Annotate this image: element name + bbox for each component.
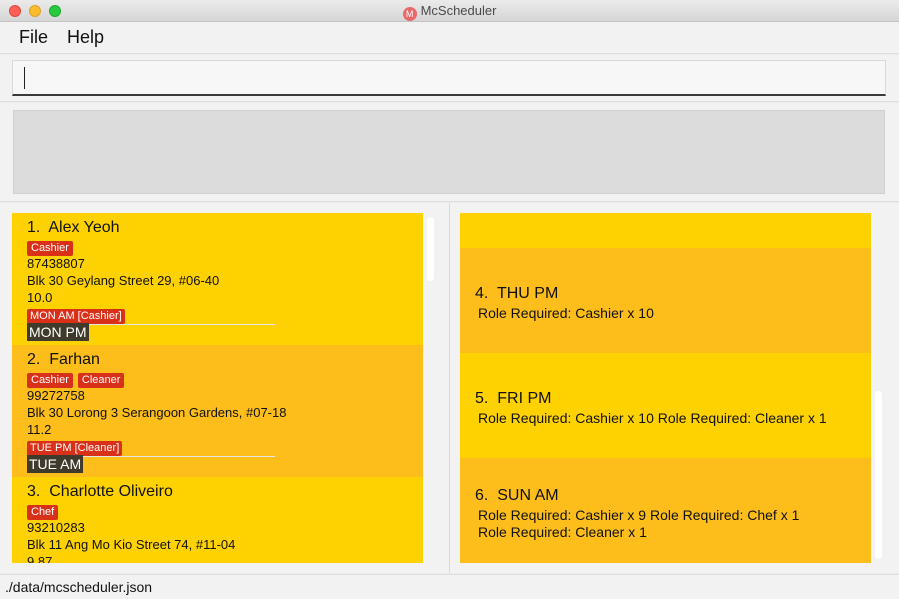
shift-role-requirements: Role Required: Cashier x 10 <box>478 305 654 321</box>
person-card[interactable]: 1. Alex Yeoh Cashier 87438807 Blk 30 Gey… <box>12 213 423 345</box>
person-roles: Cashier <box>27 239 78 256</box>
role-tag: Chef <box>27 505 59 520</box>
menu-bar: File Help <box>0 22 899 54</box>
shift-role-requirements: Role Required: Cashier x 10 Role Require… <box>478 410 827 426</box>
window-title-text: McScheduler <box>420 3 497 18</box>
title-bar: M McScheduler <box>0 0 899 22</box>
person-list-scrollbar[interactable] <box>427 217 434 281</box>
command-input[interactable] <box>12 60 886 96</box>
shift-card[interactable]: 4. THU PM Role Required: Cashier x 10 <box>460 248 871 353</box>
assigned-shift-tag: TUE PM [Cleaner] <box>27 441 123 456</box>
person-pay: 11.2 <box>27 422 52 437</box>
status-bar: ./data/mcscheduler.json <box>0 574 899 599</box>
person-address: Blk 30 Geylang Street 29, #06-40 <box>27 273 220 288</box>
result-display <box>13 110 885 194</box>
assigned-shift-tag: MON AM [Cashier] <box>27 309 125 324</box>
shift-name: 5. FRI PM <box>475 390 552 407</box>
person-name: 2. Farhan <box>27 351 100 368</box>
unavailable-tag: MON PM <box>27 323 89 341</box>
shift-card[interactable]: 5. FRI PM Role Required: Cashier x 10 Ro… <box>460 353 871 458</box>
shift-role-requirements: Role Required: Cleaner x 1 <box>478 524 647 540</box>
person-address: Blk 30 Lorong 3 Serangoon Gardens, #07-1… <box>27 405 287 420</box>
role-tag: Cashier <box>27 373 73 388</box>
person-pay: 10.0 <box>27 290 53 305</box>
person-name: 1. Alex Yeoh <box>27 219 120 236</box>
person-name: 3. Charlotte Oliveiro <box>27 483 173 500</box>
shift-list-scrollbar[interactable] <box>875 391 882 559</box>
shift-card[interactable]: 6. SUN AM Role Required: Cashier x 9 Rol… <box>460 458 871 563</box>
app-logo-icon: M <box>402 7 417 21</box>
shift-role-requirements: Role Required: Cashier x 9 Role Required… <box>478 507 800 523</box>
shift-name: 6. SUN AM <box>475 487 559 504</box>
person-phone: 93210283 <box>27 520 85 535</box>
panel-divider[interactable] <box>449 203 450 573</box>
person-pay: 9.87 <box>27 554 53 563</box>
unavailable-tag: TUE AM <box>27 455 84 473</box>
role-tag: Cashier <box>27 241 73 256</box>
role-tag: Cleaner <box>77 373 125 388</box>
shift-list[interactable]: 4. THU PM Role Required: Cashier x 10 5.… <box>460 213 871 563</box>
shift-name: 4. THU PM <box>475 285 559 302</box>
text-caret <box>24 67 25 89</box>
data-file-path: ./data/mcscheduler.json <box>5 579 153 595</box>
command-box-area <box>0 55 899 102</box>
person-phone: 87438807 <box>27 256 85 271</box>
shift-card[interactable] <box>460 213 871 248</box>
person-roles: Chef <box>27 503 63 520</box>
menu-file[interactable]: File <box>19 27 48 48</box>
person-card[interactable]: 2. Farhan Cashier Cleaner 99272758 Blk 30… <box>12 345 423 477</box>
menu-help[interactable]: Help <box>67 27 104 48</box>
person-address: Blk 11 Ang Mo Kio Street 74, #11-04 <box>27 537 236 552</box>
result-display-area <box>0 103 899 202</box>
window-title: M McScheduler <box>0 3 899 21</box>
person-roles: Cashier Cleaner <box>27 371 129 388</box>
person-phone: 99272758 <box>27 388 85 403</box>
person-card[interactable]: 3. Charlotte Oliveiro Chef 93210283 Blk … <box>12 477 423 563</box>
person-list[interactable]: 1. Alex Yeoh Cashier 87438807 Blk 30 Gey… <box>12 213 423 563</box>
list-panels: 1. Alex Yeoh Cashier 87438807 Blk 30 Gey… <box>0 203 899 573</box>
